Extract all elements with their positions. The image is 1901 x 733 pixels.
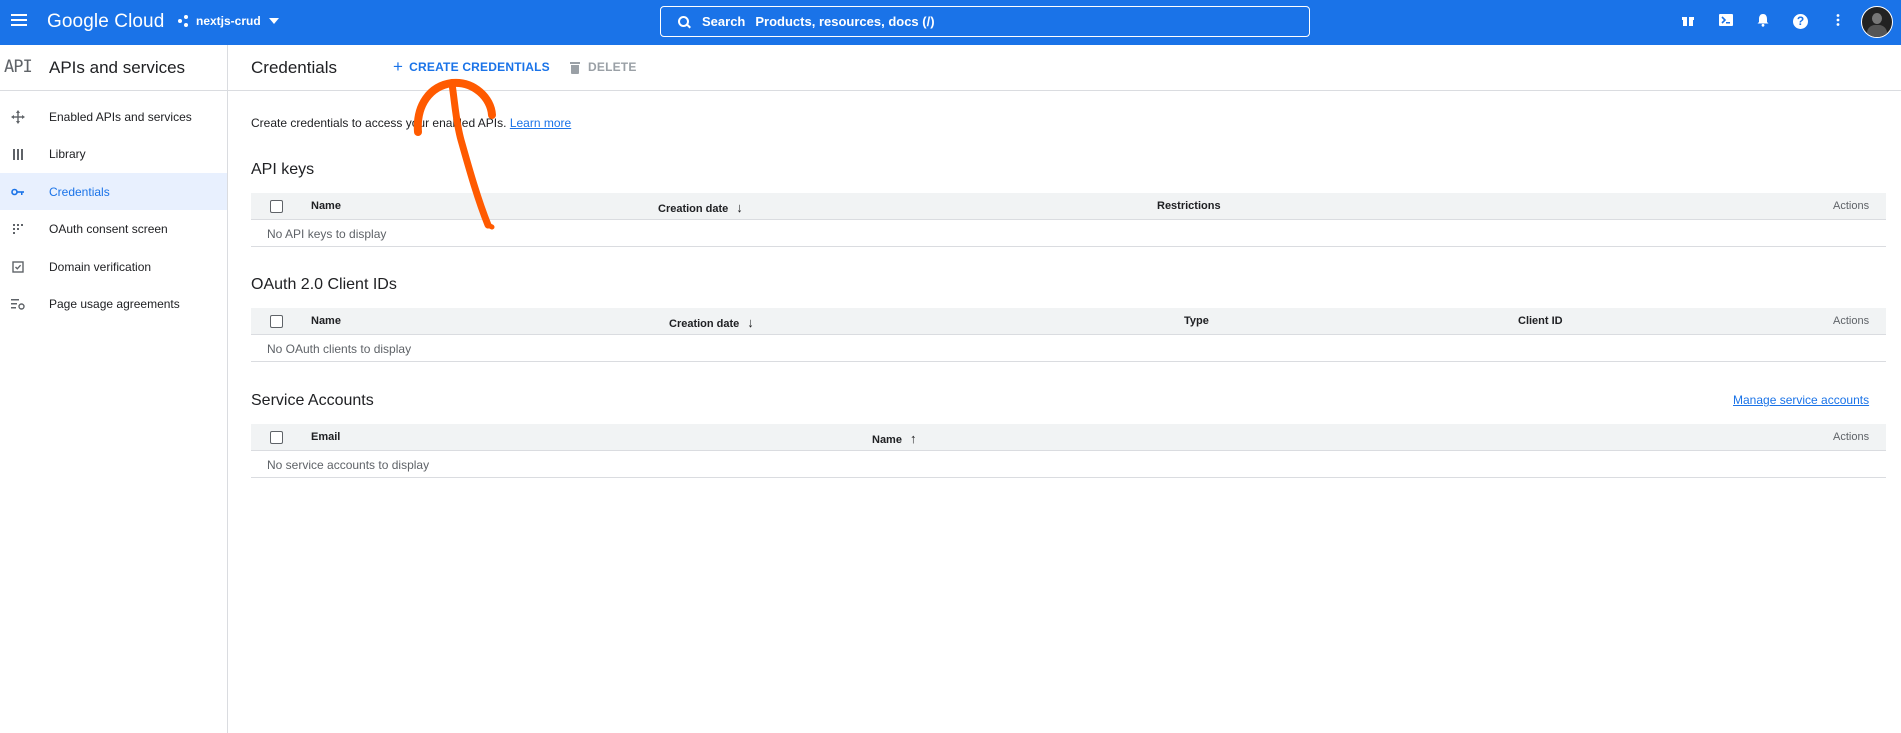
delete-button[interactable]: DELETE bbox=[570, 60, 637, 74]
api-keys-title: API keys bbox=[251, 161, 315, 178]
gift-icon[interactable] bbox=[1679, 13, 1697, 31]
column-actions: Actions bbox=[1833, 315, 1870, 327]
service-accounts-title: Service Accounts bbox=[251, 392, 374, 409]
arrow-down-icon: ↓ bbox=[747, 315, 754, 330]
arrow-up-icon: ↑ bbox=[909, 431, 917, 446]
sidebar-item-label: Domain verification bbox=[49, 259, 152, 274]
sidebar-item-label: Library bbox=[49, 146, 86, 161]
column-actions: Actions bbox=[1833, 200, 1870, 212]
move-icon bbox=[11, 109, 25, 124]
column-creation-date[interactable]: Creation date ↓ bbox=[658, 200, 743, 215]
column-name[interactable]: Name ↑ bbox=[872, 431, 916, 446]
intro-text: Create credentials to access your enable… bbox=[251, 116, 571, 130]
search-label: Search bbox=[702, 14, 746, 29]
settings-list-icon bbox=[11, 297, 25, 311]
search-input[interactable]: Search Products, resources, docs (/) bbox=[660, 6, 1310, 37]
column-client-id[interactable]: Client ID bbox=[1518, 315, 1563, 327]
consent-icon bbox=[11, 222, 25, 236]
sidebar-item-label: OAuth consent screen bbox=[49, 221, 168, 236]
column-label: Name bbox=[872, 434, 902, 446]
sidebar-item-library[interactable]: Library bbox=[0, 135, 227, 172]
page-title: Credentials bbox=[251, 58, 337, 77]
sidebar-title: APIs and services bbox=[49, 58, 186, 77]
top-bar: Google Cloud nextjs-crud Search Products… bbox=[0, 0, 1901, 45]
google-cloud-logo[interactable]: Google Cloud bbox=[47, 11, 164, 33]
sidebar-item-credentials[interactable]: Credentials bbox=[0, 173, 227, 210]
page-header: Credentials + CREATE CREDENTIALS DELETE bbox=[228, 45, 1901, 91]
search-icon bbox=[678, 15, 691, 28]
delete-label: DELETE bbox=[588, 60, 637, 74]
select-all-checkbox[interactable] bbox=[270, 431, 283, 444]
library-icon bbox=[11, 147, 25, 161]
annotation-arrow bbox=[413, 78, 496, 230]
oauth-title: OAuth 2.0 Client IDs bbox=[251, 276, 397, 293]
chevron-down-icon bbox=[268, 18, 279, 24]
select-all-checkbox[interactable] bbox=[270, 200, 283, 213]
checkbox-icon bbox=[11, 260, 25, 274]
avatar[interactable] bbox=[1861, 6, 1893, 38]
trash-icon bbox=[570, 61, 580, 74]
help-icon[interactable]: ? bbox=[1793, 14, 1808, 29]
intro-label: Create credentials to access your enable… bbox=[251, 116, 507, 130]
empty-row: No service accounts to display bbox=[251, 451, 1886, 478]
project-name: nextjs-crud bbox=[196, 14, 261, 28]
column-actions: Actions bbox=[1833, 431, 1870, 443]
table-header: Email Name ↑ Actions bbox=[251, 424, 1886, 451]
create-credentials-label: CREATE CREDENTIALS bbox=[409, 60, 550, 74]
column-creation-date[interactable]: Creation date ↓ bbox=[669, 315, 754, 330]
sidebar-item-domain-verification[interactable]: Domain verification bbox=[0, 248, 227, 285]
api-icon: API bbox=[4, 57, 33, 77]
column-email[interactable]: Email bbox=[311, 431, 340, 443]
column-restrictions[interactable]: Restrictions bbox=[1157, 200, 1221, 212]
project-selector[interactable]: nextjs-crud bbox=[178, 14, 279, 28]
cloud-shell-icon[interactable] bbox=[1717, 13, 1735, 31]
sidebar-item-label: Enabled APIs and services bbox=[49, 109, 192, 124]
menu-icon[interactable] bbox=[8, 11, 30, 33]
empty-message: No OAuth clients to display bbox=[267, 342, 412, 356]
empty-message: No service accounts to display bbox=[267, 458, 430, 472]
sidebar-header: API APIs and services bbox=[0, 45, 227, 91]
column-name[interactable]: Name bbox=[311, 200, 341, 212]
sidebar-item-label: Page usage agreements bbox=[49, 296, 180, 311]
search-placeholder: Products, resources, docs (/) bbox=[755, 14, 935, 29]
plus-icon: + bbox=[393, 57, 404, 76]
column-label: Creation date bbox=[669, 318, 740, 330]
sidebar-item-page-usage[interactable]: Page usage agreements bbox=[0, 285, 227, 322]
column-type[interactable]: Type bbox=[1184, 315, 1209, 327]
create-credentials-button[interactable]: + CREATE CREDENTIALS bbox=[393, 57, 550, 76]
column-name[interactable]: Name bbox=[311, 315, 341, 327]
learn-more-link[interactable]: Learn more bbox=[510, 116, 571, 130]
arrow-down-icon: ↓ bbox=[736, 200, 743, 215]
table-header: Name Creation date ↓ Type Client ID Actio… bbox=[251, 308, 1886, 335]
empty-row: No OAuth clients to display bbox=[251, 335, 1886, 362]
empty-message: No API keys to display bbox=[267, 227, 387, 241]
manage-service-accounts-link[interactable]: Manage service accounts bbox=[1733, 393, 1869, 407]
column-label: Creation date bbox=[658, 203, 729, 215]
project-icon bbox=[178, 15, 190, 27]
empty-row: No API keys to display bbox=[251, 220, 1886, 247]
sidebar-item-label: Credentials bbox=[49, 184, 110, 199]
sidebar: API APIs and services Enabled APIs and s… bbox=[0, 45, 228, 733]
sidebar-item-oauth-consent[interactable]: OAuth consent screen bbox=[0, 210, 227, 247]
table-header: Name Creation date ↓ Restrictions Actions bbox=[251, 193, 1886, 220]
sidebar-item-enabled-apis[interactable]: Enabled APIs and services bbox=[0, 98, 227, 135]
select-all-checkbox[interactable] bbox=[270, 315, 283, 328]
more-vert-icon[interactable] bbox=[1829, 13, 1847, 31]
notifications-icon[interactable] bbox=[1754, 13, 1772, 31]
key-icon bbox=[11, 185, 25, 199]
